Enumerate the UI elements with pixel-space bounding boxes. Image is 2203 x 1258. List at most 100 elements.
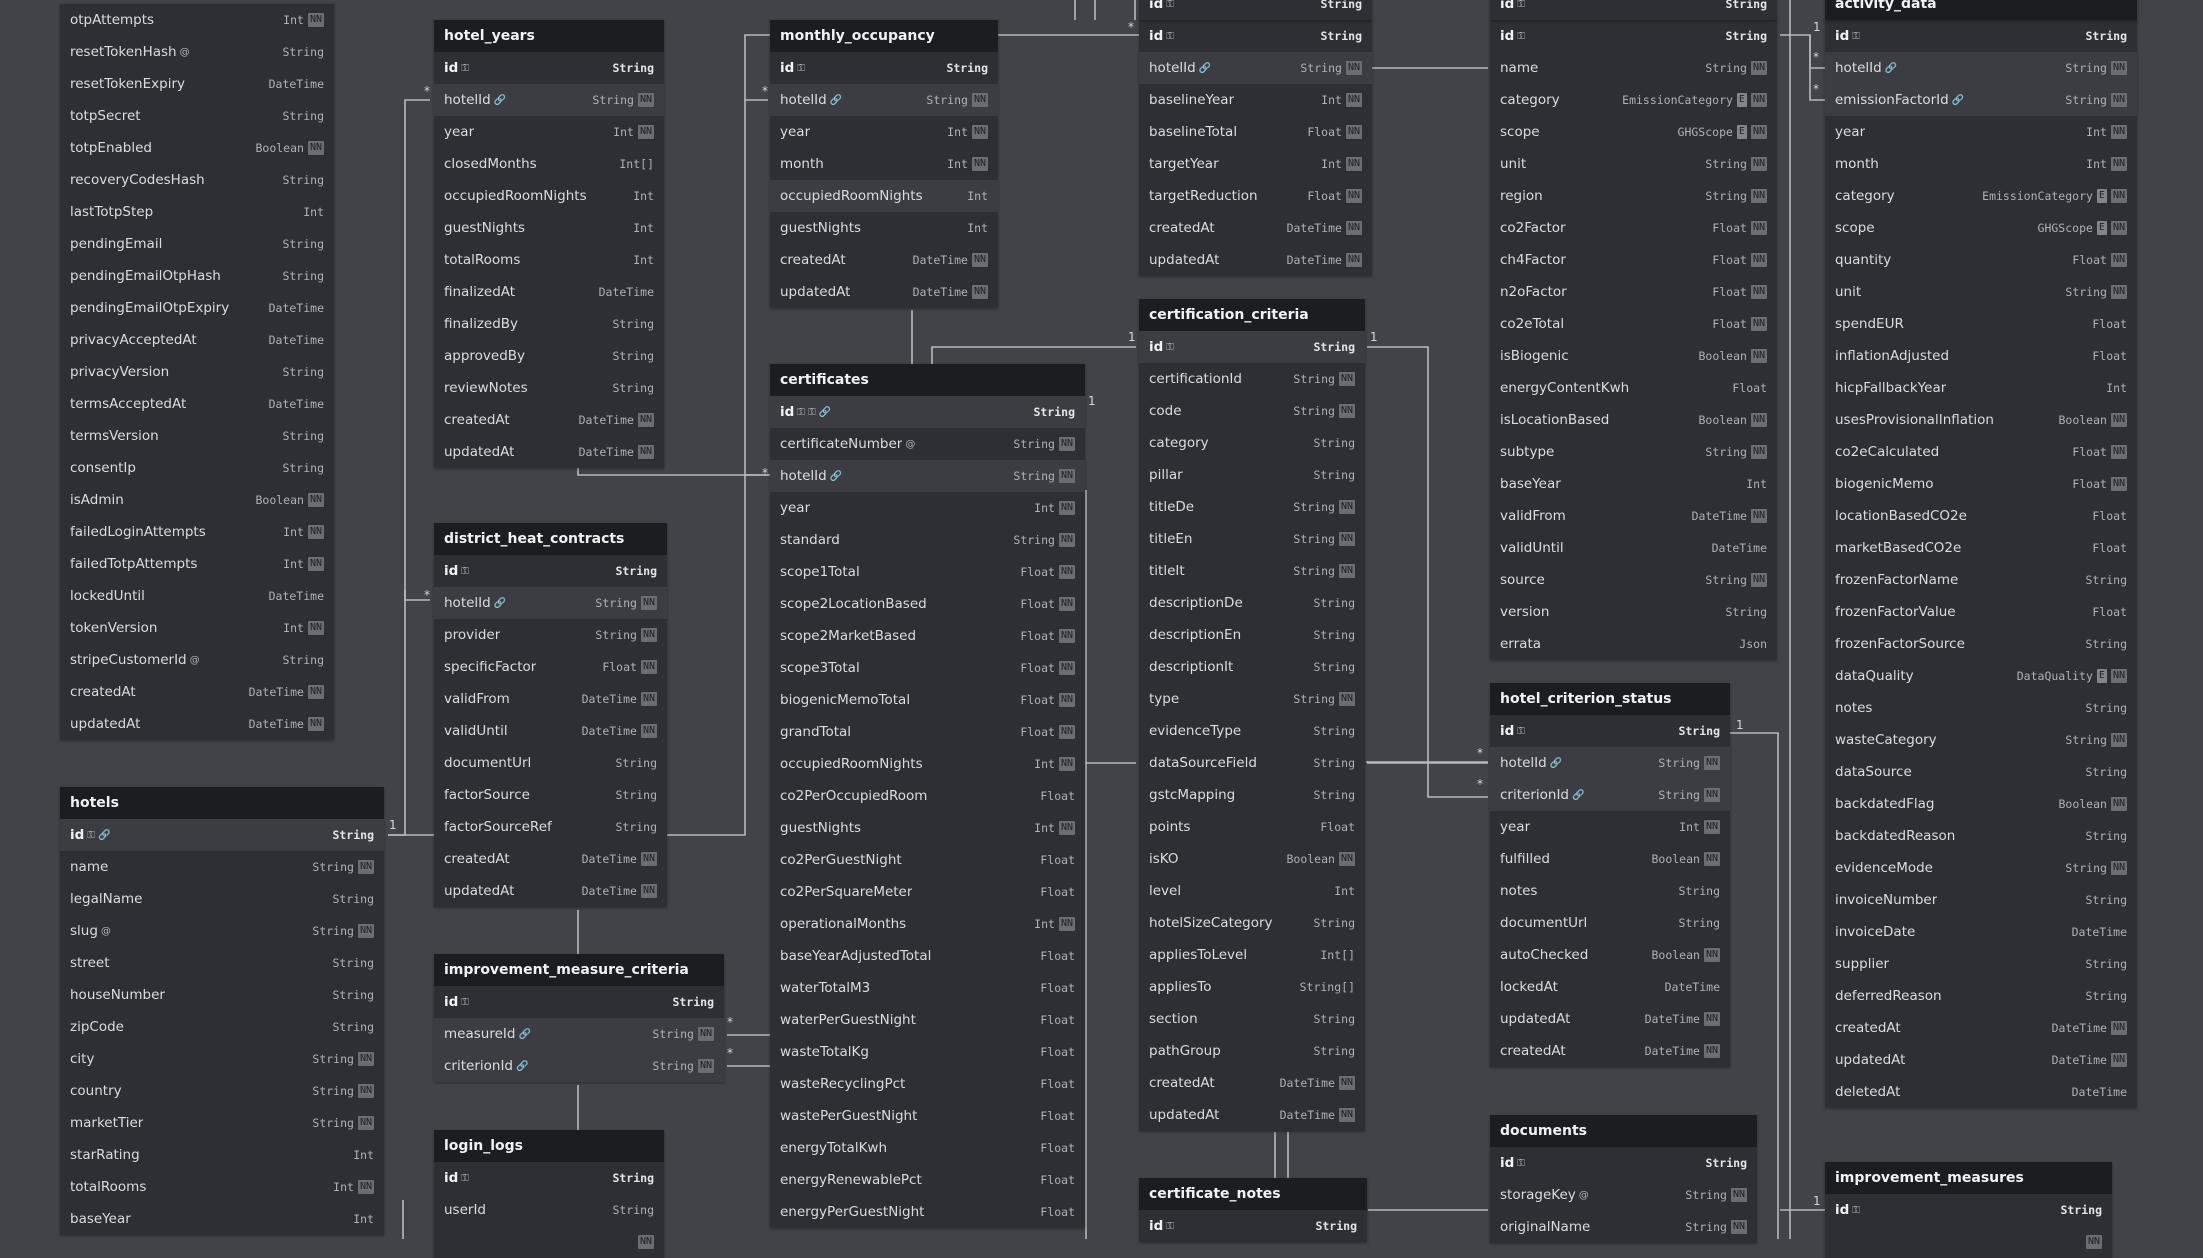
field-row-id[interactable]: id ⚿ String [1490, 715, 1730, 747]
field-row-unit[interactable]: unit String NN [1825, 276, 2137, 308]
table-certification-criteria[interactable]: certification_criteria id ⚿ String certifica… [1139, 299, 1365, 1131]
field-row-location-based-co2e[interactable]: locationBasedCO2e Float [1825, 500, 2137, 532]
field-row-created-at[interactable]: createdAt DateTime NN [1490, 1035, 1730, 1067]
table-title[interactable]: login_logs [434, 1130, 664, 1162]
field-row-month[interactable]: month Int NN [1825, 148, 2137, 180]
field-row-scope3-total[interactable]: scope3Total Float NN [770, 652, 1085, 684]
table-documents[interactable]: documents id ⚿ String storageKey @ String NN ori… [1490, 1115, 1757, 1243]
table-improvement-measure-criteria[interactable]: improvement_measure_criteria id ⚿ String mea… [434, 954, 724, 1082]
field-row-co2e-calculated[interactable]: co2eCalculated Float NN [1825, 436, 2137, 468]
field-row-co2e-total[interactable]: co2eTotal Float NN [1490, 308, 1777, 340]
field-row-hotel-id[interactable]: hotelId 🔗 String NN [434, 84, 664, 116]
field-row-guest-nights[interactable]: guestNights Int [434, 212, 664, 244]
field-row-applies-to-level[interactable]: appliesToLevel Int[] [1139, 939, 1365, 971]
field-row-occupied-room-nights[interactable]: occupiedRoomNights Int [770, 180, 998, 212]
field-row-id[interactable]: id ⚿ String [1139, 20, 1372, 52]
field-row-otp-attempts[interactable]: otpAttempts Int NN [60, 4, 334, 36]
field-row-factor-source-ref[interactable]: factorSourceRef String [434, 811, 667, 843]
field-row-partial[interactable]: NN [434, 1226, 664, 1258]
field-row-subtype[interactable]: subtype String NN [1490, 436, 1777, 468]
table-activity-data[interactable]: id ⚿ String hotelId 🔗 String NN emissionFactorI… [1825, 20, 2137, 1108]
field-row-updated-at[interactable]: updatedAt DateTime NN [1139, 1099, 1365, 1131]
field-row-hicp-fallback-year[interactable]: hicpFallbackYear Int [1825, 372, 2137, 404]
field-row-token-version[interactable]: tokenVersion Int NN [60, 612, 334, 644]
field-row-is-location-based[interactable]: isLocationBased Boolean NN [1490, 404, 1777, 436]
field-row-operational-months[interactable]: operationalMonths Int NN [770, 908, 1085, 940]
field-row-year[interactable]: year Int NN [770, 116, 998, 148]
field-row-co2-factor[interactable]: co2Factor Float NN [1490, 212, 1777, 244]
field-row-closed-months[interactable]: closedMonths Int[] [434, 148, 664, 180]
table-district-heat-contracts[interactable]: district_heat_contracts id ⚿ String hotelId 🔗… [434, 523, 667, 907]
field-row-stripe-customer-id[interactable]: stripeCustomerId @ String [60, 644, 334, 676]
field-row-target-reduction[interactable]: targetReduction Float NN [1139, 180, 1372, 212]
field-row-updated-at[interactable]: updatedAt DateTime NN [1139, 244, 1372, 276]
field-row-description-en[interactable]: descriptionEn String [1139, 619, 1365, 651]
field-row-document-url[interactable]: documentUrl String [1490, 907, 1730, 939]
field-row-id[interactable]: id ⚿ String [1825, 1194, 2112, 1226]
field-row-pillar[interactable]: pillar String [1139, 459, 1365, 491]
field-row-id[interactable]: id ⚿ 🔗 String [60, 819, 384, 851]
field-row-source[interactable]: source String NN [1490, 564, 1777, 596]
field-row-hotel-id[interactable]: hotelId 🔗 String NN [434, 587, 667, 619]
table-improvement-measures[interactable]: improvement_measures id ⚿ String NN [1825, 1162, 2112, 1258]
field-row-quantity[interactable]: quantity Float NN [1825, 244, 2137, 276]
field-row-occupied-room-nights[interactable]: occupiedRoomNights Int [434, 180, 664, 212]
field-row-finalized-at[interactable]: finalizedAt DateTime [434, 276, 664, 308]
field-row-category[interactable]: category EmissionCategory E NN [1490, 84, 1777, 116]
table-title[interactable]: certification_criteria [1139, 299, 1365, 331]
field-row-updated-at[interactable]: updatedAt DateTime NN [434, 436, 664, 468]
field-row-errata[interactable]: errata Json [1490, 628, 1777, 660]
field-row-privacy-version[interactable]: privacyVersion String [60, 356, 334, 388]
field-row-version[interactable]: version String [1490, 596, 1777, 628]
field-row-inflation-adjusted[interactable]: inflationAdjusted Float [1825, 340, 2137, 372]
field-row-target-year[interactable]: targetYear Int NN [1139, 148, 1372, 180]
field-row-level[interactable]: level Int [1139, 875, 1365, 907]
field-row-frozen-factor-name[interactable]: frozenFactorName String [1825, 564, 2137, 596]
field-row-invoice-date[interactable]: invoiceDate DateTime [1825, 916, 2137, 948]
field-row-supplier[interactable]: supplier String [1825, 948, 2137, 980]
field-row-hotel-id[interactable]: hotelId 🔗 String NN [770, 460, 1085, 492]
field-row-title-en[interactable]: titleEn String NN [1139, 523, 1365, 555]
field-row-energy-per-guest-night[interactable]: energyPerGuestNight Float [770, 1196, 1085, 1228]
field-row-base-year[interactable]: baseYear Int [1490, 468, 1777, 500]
field-row-month[interactable]: month Int NN [770, 148, 998, 180]
field-row-country[interactable]: country String NN [60, 1075, 384, 1107]
field-row-frozen-factor-source[interactable]: frozenFactorSource String [1825, 628, 2137, 660]
field-row-ch4-factor[interactable]: ch4Factor Float NN [1490, 244, 1777, 276]
field-row-approved-by[interactable]: approvedBy String [434, 340, 664, 372]
field-row-id[interactable]: id ⚿ String [434, 986, 724, 1018]
field-row-n2o-factor[interactable]: n2oFactor Float NN [1490, 276, 1777, 308]
field-row-street[interactable]: street String [60, 947, 384, 979]
field-row-storage-key[interactable]: storageKey @ String NN [1490, 1179, 1757, 1211]
field-row-year[interactable]: year Int NN [434, 116, 664, 148]
field-row-type[interactable]: type String NN [1139, 683, 1365, 715]
field-row-energy-content-kwh[interactable]: energyContentKwh Float [1490, 372, 1777, 404]
table-t-user[interactable]: otpAttempts Int NN resetTokenHash @ String res… [60, 4, 334, 740]
field-row-frozen-factor-value[interactable]: frozenFactorValue Float [1825, 596, 2137, 628]
field-row-scope2-market-based[interactable]: scope2MarketBased Float NN [770, 620, 1085, 652]
table-t-targets[interactable]: id ⚿ String hotelId 🔗 String NN baselineYear Int… [1139, 20, 1372, 276]
table-monthly-occupancy[interactable]: monthly_occupancy id ⚿ String hotelId 🔗 String… [770, 20, 998, 308]
field-row-notes[interactable]: notes String [1825, 692, 2137, 724]
field-row-evidence-mode[interactable]: evidenceMode String NN [1825, 852, 2137, 884]
field-row-year[interactable]: year Int NN [1490, 811, 1730, 843]
field-row-guest-nights[interactable]: guestNights Int [770, 212, 998, 244]
field-row-measure-id[interactable]: measureId 🔗 String NN [434, 1018, 724, 1050]
field-row-uses-provisional-inflation[interactable]: usesProvisionalInflation Boolean NN [1825, 404, 2137, 436]
field-row-hotel-id[interactable]: hotelId 🔗 String NN [1490, 747, 1730, 779]
field-row-id[interactable]: id ⚿ String [434, 555, 667, 587]
field-row-year[interactable]: year Int NN [770, 492, 1085, 524]
field-row-legal-name[interactable]: legalName String [60, 883, 384, 915]
field-row-code[interactable]: code String NN [1139, 395, 1365, 427]
field-row-original-name[interactable]: originalName String NN [1490, 1211, 1757, 1243]
field-row-valid-from[interactable]: validFrom DateTime NN [1490, 500, 1777, 532]
field-row-title-it[interactable]: titleIt String NN [1139, 555, 1365, 587]
table-title[interactable]: district_heat_contracts [434, 523, 667, 555]
field-row-co2-per-square-meter[interactable]: co2PerSquareMeter Float [770, 876, 1085, 908]
table-title[interactable]: hotel_criterion_status [1490, 683, 1730, 715]
field-row-backdated-reason[interactable]: backdatedReason String [1825, 820, 2137, 852]
field-row-section[interactable]: section String [1139, 1003, 1365, 1035]
field-row-applies-to[interactable]: appliesTo String[] [1139, 971, 1365, 1003]
field-row-deleted-at[interactable]: deletedAt DateTime [1825, 1076, 2137, 1108]
field-row-city[interactable]: city String NN [60, 1043, 384, 1075]
